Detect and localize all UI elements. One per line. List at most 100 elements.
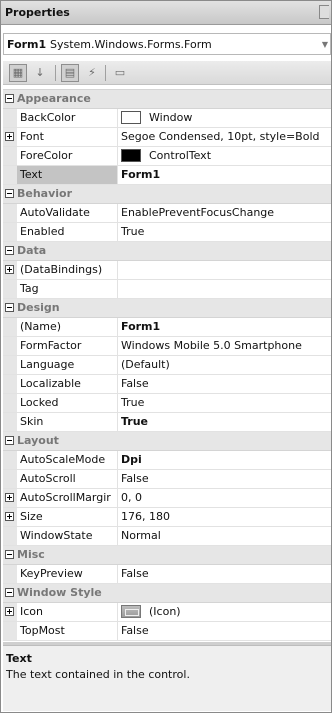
property-row[interactable]: Enabled True bbox=[3, 223, 331, 242]
expand-icon[interactable] bbox=[5, 265, 14, 274]
property-name[interactable]: AutoScaleMode bbox=[17, 451, 118, 469]
property-name[interactable]: BackColor bbox=[17, 109, 118, 127]
property-name[interactable]: Icon bbox=[17, 603, 118, 621]
property-row[interactable]: WindowState Normal bbox=[3, 527, 331, 546]
property-name[interactable]: (DataBindings) bbox=[17, 261, 118, 279]
property-name[interactable]: Enabled bbox=[17, 223, 118, 241]
alphabetical-icon[interactable]: ↓ bbox=[31, 64, 49, 82]
property-row[interactable]: ForeColor ControlText bbox=[3, 147, 331, 166]
property-row[interactable]: Size 176, 180 bbox=[3, 508, 331, 527]
property-name[interactable]: KeyPreview bbox=[17, 565, 118, 583]
expand-icon[interactable] bbox=[5, 132, 14, 141]
expand-icon[interactable] bbox=[5, 493, 14, 502]
property-value[interactable]: False bbox=[118, 565, 331, 583]
property-name[interactable]: Tag bbox=[17, 280, 118, 298]
title-bar[interactable]: Properties bbox=[1, 1, 331, 25]
property-name[interactable]: Font bbox=[17, 128, 118, 146]
property-value[interactable]: EnablePreventFocusChange bbox=[118, 204, 331, 222]
properties-icon[interactable]: ▤ bbox=[61, 64, 79, 82]
collapse-icon[interactable] bbox=[5, 246, 14, 255]
property-name[interactable]: TopMost bbox=[17, 622, 118, 640]
property-row[interactable]: FormFactor Windows Mobile 5.0 Smartphone bbox=[3, 337, 331, 356]
property-name[interactable]: AutoScroll bbox=[17, 470, 118, 488]
category-data[interactable]: Data bbox=[3, 242, 331, 261]
property-row[interactable]: BackColor Window bbox=[3, 109, 331, 128]
property-name[interactable]: Localizable bbox=[17, 375, 118, 393]
property-name[interactable]: FormFactor bbox=[17, 337, 118, 355]
property-row[interactable]: Text Form1 bbox=[3, 166, 331, 185]
property-value[interactable]: Window bbox=[118, 109, 331, 127]
property-pages-icon[interactable]: ▭ bbox=[111, 64, 129, 82]
collapse-icon[interactable] bbox=[5, 588, 14, 597]
property-name[interactable]: ForeColor bbox=[17, 147, 118, 165]
property-name[interactable]: WindowState bbox=[17, 527, 118, 545]
property-value[interactable]: Form1 bbox=[118, 318, 331, 336]
property-row[interactable]: Language (Default) bbox=[3, 356, 331, 375]
property-name[interactable]: Skin bbox=[17, 413, 118, 431]
property-row[interactable]: KeyPreview False bbox=[3, 565, 331, 584]
row-gutter bbox=[3, 109, 17, 127]
property-name[interactable]: Size bbox=[17, 508, 118, 526]
collapse-icon[interactable] bbox=[5, 94, 14, 103]
chevron-down-icon[interactable]: ▼ bbox=[322, 40, 328, 49]
property-value[interactable]: Windows Mobile 5.0 Smartphone bbox=[118, 337, 331, 355]
property-row[interactable]: Icon (Icon) bbox=[3, 603, 331, 622]
property-value[interactable]: Dpi bbox=[118, 451, 331, 469]
category-misc[interactable]: Misc bbox=[3, 546, 331, 565]
category-design[interactable]: Design bbox=[3, 299, 331, 318]
property-value-text: 176, 180 bbox=[121, 510, 170, 523]
property-value[interactable]: (Default) bbox=[118, 356, 331, 374]
expand-icon[interactable] bbox=[5, 607, 14, 616]
collapse-icon[interactable] bbox=[5, 189, 14, 198]
property-value[interactable]: False bbox=[118, 375, 331, 393]
property-name[interactable]: Locked bbox=[17, 394, 118, 412]
property-row[interactable]: Localizable False bbox=[3, 375, 331, 394]
category-layout[interactable]: Layout bbox=[3, 432, 331, 451]
property-value[interactable]: 0, 0 bbox=[118, 489, 331, 507]
property-value[interactable]: True bbox=[118, 413, 331, 431]
property-row[interactable]: Font Segoe Condensed, 10pt, style=Bold bbox=[3, 128, 331, 147]
property-value-text: Form1 bbox=[121, 168, 161, 181]
property-row[interactable]: AutoScroll False bbox=[3, 470, 331, 489]
property-row[interactable]: (Name) Form1 bbox=[3, 318, 331, 337]
category-appearance[interactable]: Appearance bbox=[3, 90, 331, 109]
property-name[interactable]: Text bbox=[17, 166, 118, 184]
collapse-icon[interactable] bbox=[5, 436, 14, 445]
property-value[interactable]: Normal bbox=[118, 527, 331, 545]
property-name[interactable]: Language bbox=[17, 356, 118, 374]
property-row[interactable]: AutoValidate EnablePreventFocusChange bbox=[3, 204, 331, 223]
property-name[interactable]: (Name) bbox=[17, 318, 118, 336]
categorized-icon[interactable]: ▦ bbox=[9, 64, 27, 82]
property-value-text: Segoe Condensed, 10pt, style=Bold bbox=[121, 130, 320, 143]
property-value-text: True bbox=[121, 225, 145, 238]
property-value[interactable]: Segoe Condensed, 10pt, style=Bold bbox=[118, 128, 331, 146]
property-name[interactable]: AutoScrollMargir bbox=[17, 489, 118, 507]
property-value[interactable]: False bbox=[118, 470, 331, 488]
events-icon[interactable]: ⚡ bbox=[83, 64, 101, 82]
property-row[interactable]: Locked True bbox=[3, 394, 331, 413]
property-value[interactable] bbox=[118, 280, 331, 298]
property-row[interactable]: Skin True bbox=[3, 413, 331, 432]
collapse-icon[interactable] bbox=[5, 550, 14, 559]
collapse-icon[interactable] bbox=[5, 303, 14, 312]
window-title: Properties bbox=[5, 6, 70, 19]
property-value[interactable]: False bbox=[118, 622, 331, 640]
property-row[interactable]: TopMost False bbox=[3, 622, 331, 641]
property-row[interactable]: AutoScrollMargir 0, 0 bbox=[3, 489, 331, 508]
property-value[interactable] bbox=[118, 261, 331, 279]
close-button[interactable] bbox=[319, 5, 329, 19]
category-behavior[interactable]: Behavior bbox=[3, 185, 331, 204]
property-row[interactable]: AutoScaleMode Dpi bbox=[3, 451, 331, 470]
category-window-style[interactable]: Window Style bbox=[3, 584, 331, 603]
property-name[interactable]: AutoValidate bbox=[17, 204, 118, 222]
property-value[interactable]: 176, 180 bbox=[118, 508, 331, 526]
property-value[interactable]: Form1 bbox=[118, 166, 331, 184]
property-value[interactable]: True bbox=[118, 394, 331, 412]
property-value[interactable]: ControlText bbox=[118, 147, 331, 165]
property-value[interactable]: (Icon) bbox=[118, 603, 331, 621]
expand-icon[interactable] bbox=[5, 512, 14, 521]
property-row[interactable]: Tag bbox=[3, 280, 331, 299]
property-row[interactable]: (DataBindings) bbox=[3, 261, 331, 280]
object-selector[interactable]: Form1 System.Windows.Forms.Form ▼ bbox=[3, 33, 331, 55]
property-value[interactable]: True bbox=[118, 223, 331, 241]
